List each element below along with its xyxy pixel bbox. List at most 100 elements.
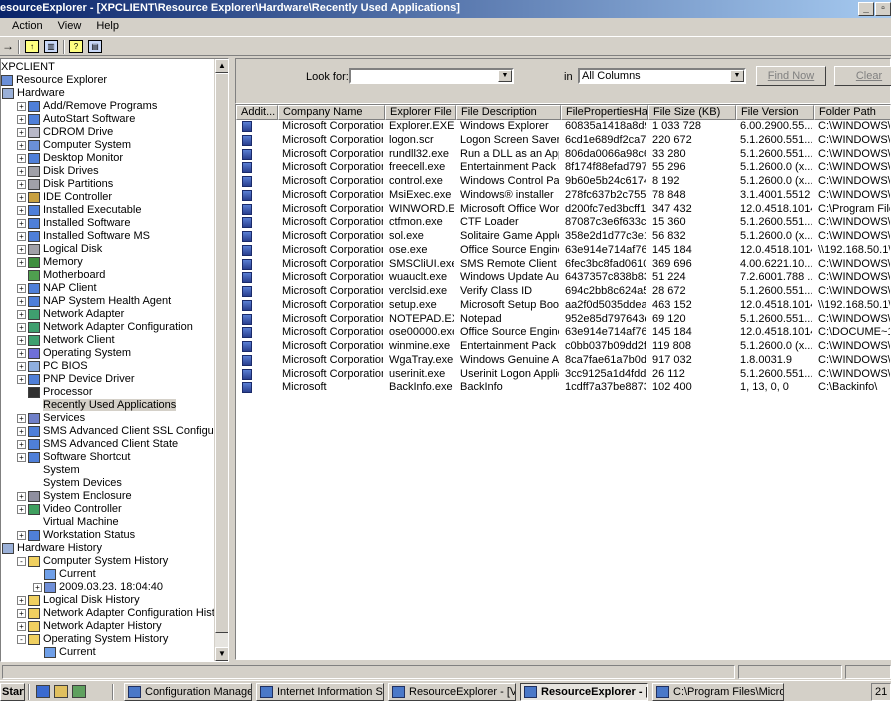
tree-item[interactable]: Operating System	[28, 347, 131, 360]
expand-icon[interactable]: +	[17, 297, 26, 306]
expand-icon[interactable]: +	[17, 232, 26, 241]
expand-icon[interactable]: +	[17, 206, 26, 215]
tree-item[interactable]: Desktop Monitor	[28, 152, 123, 165]
tree-item[interactable]: Recently Used Applications	[28, 399, 177, 412]
tree-item[interactable]: Resource Explorer	[1, 74, 107, 87]
menu-help[interactable]: Help	[96, 20, 119, 32]
table-row[interactable]: Microsoft Corporation logon.scr Logon Scre…	[236, 134, 890, 148]
forward-arrow-icon[interactable]: →	[2, 39, 14, 53]
start-button[interactable]: Start	[0, 683, 25, 701]
expand-icon[interactable]: +	[17, 258, 26, 267]
tree-item[interactable]: Current	[44, 646, 96, 659]
expand-icon[interactable]: +	[17, 531, 26, 540]
tree-item[interactable]: Operating System History	[28, 633, 168, 646]
tree-item[interactable]: Workstation Status	[28, 529, 135, 542]
tree-item[interactable]: Network Adapter Configuration	[28, 321, 193, 334]
tree-item[interactable]: SMS Advanced Client State	[28, 438, 178, 451]
expand-icon[interactable]: +	[17, 596, 26, 605]
column-header[interactable]: Folder Path	[814, 105, 890, 120]
table-row[interactable]: Microsoft Corporation WgaTray.exe Windows …	[236, 354, 890, 368]
results-list[interactable]: Addit...Company NameExplorer File ...Fil…	[235, 104, 891, 660]
tree-item[interactable]: XPCLIENT	[1, 61, 55, 74]
tree-item[interactable]: Hardware	[2, 87, 65, 100]
expand-icon[interactable]: +	[17, 505, 26, 514]
table-row[interactable]: Microsoft Corporation Explorer.EXE Windows…	[236, 120, 890, 134]
tree-item[interactable]: System Enclosure	[28, 490, 132, 503]
expand-icon[interactable]: +	[17, 245, 26, 254]
table-row[interactable]: Microsoft Corporation ose00000.exe Office …	[236, 326, 890, 340]
column-header[interactable]: File Size (KB)	[648, 105, 736, 120]
table-row[interactable]: Microsoft Corporation WINWORD.EXE Microsof…	[236, 203, 890, 217]
tree-item[interactable]: Network Adapter Configuration History	[28, 607, 228, 620]
table-row[interactable]: Microsoft BackInfo.exe BackInfo 1cdff7a37be…	[236, 381, 890, 395]
minimize-button[interactable]: _	[858, 2, 874, 16]
expand-icon[interactable]: +	[17, 128, 26, 137]
tree-item[interactable]: CDROM Drive	[28, 126, 113, 139]
menu-view[interactable]: View	[58, 20, 82, 32]
table-row[interactable]: Microsoft Corporation wuauclt.exe Windows …	[236, 271, 890, 285]
expand-icon[interactable]: +	[17, 622, 26, 631]
scroll-thumb[interactable]	[215, 73, 228, 633]
column-header[interactable]: File Description	[456, 105, 561, 120]
menu-action[interactable]: Action	[12, 20, 43, 32]
table-row[interactable]: Microsoft Corporation freecell.exe Enterta…	[236, 161, 890, 175]
tree-item[interactable]: AutoStart Software	[28, 113, 135, 126]
expand-icon[interactable]: +	[17, 154, 26, 163]
tree-item[interactable]: Network Adapter	[28, 308, 124, 321]
chevron-down-icon[interactable]: ▼	[498, 70, 512, 82]
tree-item[interactable]: Installed Software MS	[28, 230, 150, 243]
tree-item[interactable]: Add/Remove Programs	[28, 100, 157, 113]
expand-icon[interactable]: +	[17, 440, 26, 449]
expand-icon[interactable]: +	[17, 310, 26, 319]
chevron-down-icon[interactable]: ▼	[730, 70, 744, 82]
tree-item[interactable]: PC BIOS	[28, 360, 88, 373]
expand-icon[interactable]: +	[17, 219, 26, 228]
help-icon[interactable]: ?	[69, 40, 83, 53]
tree-item[interactable]: Logical Disk	[28, 243, 102, 256]
expand-icon[interactable]: +	[17, 375, 26, 384]
expand-icon[interactable]: +	[17, 453, 26, 462]
tree-item[interactable]: NAP System Health Agent	[28, 295, 171, 308]
expand-icon[interactable]: +	[17, 284, 26, 293]
table-row[interactable]: Microsoft Corporation userinit.exe Userini…	[236, 368, 890, 382]
tree-item[interactable]: Logical Disk History	[28, 594, 140, 607]
tree-item[interactable]: Network Adapter History	[28, 620, 162, 633]
taskbar-button[interactable]: Internet Information Ser...	[256, 683, 384, 701]
look-for-combobox[interactable]: ▼	[349, 68, 514, 84]
expand-icon[interactable]: +	[17, 141, 26, 150]
tree-item[interactable]: Processor	[28, 386, 93, 399]
tree-item[interactable]: Network Client	[28, 334, 115, 347]
column-header[interactable]: Explorer File ...	[385, 105, 456, 120]
up-folder-icon[interactable]: ↑	[25, 40, 39, 53]
tree-item[interactable]: Video Controller	[28, 503, 122, 516]
tree-item[interactable]: Current	[44, 568, 96, 581]
tree-vertical-scrollbar[interactable]: ▲ ▼	[214, 59, 228, 661]
table-row[interactable]: Microsoft Corporation sol.exe Solitaire Ga…	[236, 230, 890, 244]
tree-item[interactable]: Installed Software	[28, 217, 130, 230]
column-header[interactable]: Company Name	[278, 105, 385, 120]
taskbar-button[interactable]: C:\Program Files\Microso...	[652, 683, 784, 701]
tree-item[interactable]: PNP Device Driver	[28, 373, 135, 386]
expand-icon[interactable]: +	[17, 180, 26, 189]
table-row[interactable]: Microsoft Corporation rundll32.exe Run a D…	[236, 148, 890, 162]
tree-item[interactable]: IDE Controller	[28, 191, 112, 204]
expand-icon[interactable]: +	[33, 583, 42, 592]
table-row[interactable]: Microsoft Corporation NOTEPAD.EXE Notepad 9…	[236, 313, 890, 327]
expand-icon[interactable]: +	[17, 609, 26, 618]
expand-icon[interactable]: +	[17, 167, 26, 176]
restore-button[interactable]: ▫	[875, 2, 891, 16]
expand-icon[interactable]: +	[17, 336, 26, 345]
table-row[interactable]: Microsoft Corporation MsiExec.exe Windows®…	[236, 189, 890, 203]
table-row[interactable]: Microsoft Corporation SMSCliUI.exe SMS Rem…	[236, 258, 890, 272]
expand-icon[interactable]: +	[17, 115, 26, 124]
tree-item[interactable]: 2009.03.23. 18:04:40	[44, 581, 163, 594]
table-row[interactable]: Microsoft Corporation winmine.exe Entertai…	[236, 340, 890, 354]
tree-item[interactable]: Virtual Machine	[28, 516, 119, 529]
taskbar-button[interactable]: ResourceExplorer - [VIS...	[388, 683, 516, 701]
scroll-up-arrow-icon[interactable]: ▲	[215, 59, 228, 73]
table-row[interactable]: Microsoft Corporation setup.exe Microsoft …	[236, 299, 890, 313]
table-row[interactable]: Microsoft Corporation verclsid.exe Verify …	[236, 285, 890, 299]
server-manager-icon[interactable]	[72, 685, 86, 698]
tree-item[interactable]: Installed Executable	[28, 204, 141, 217]
tree-item[interactable]: System	[28, 464, 80, 477]
